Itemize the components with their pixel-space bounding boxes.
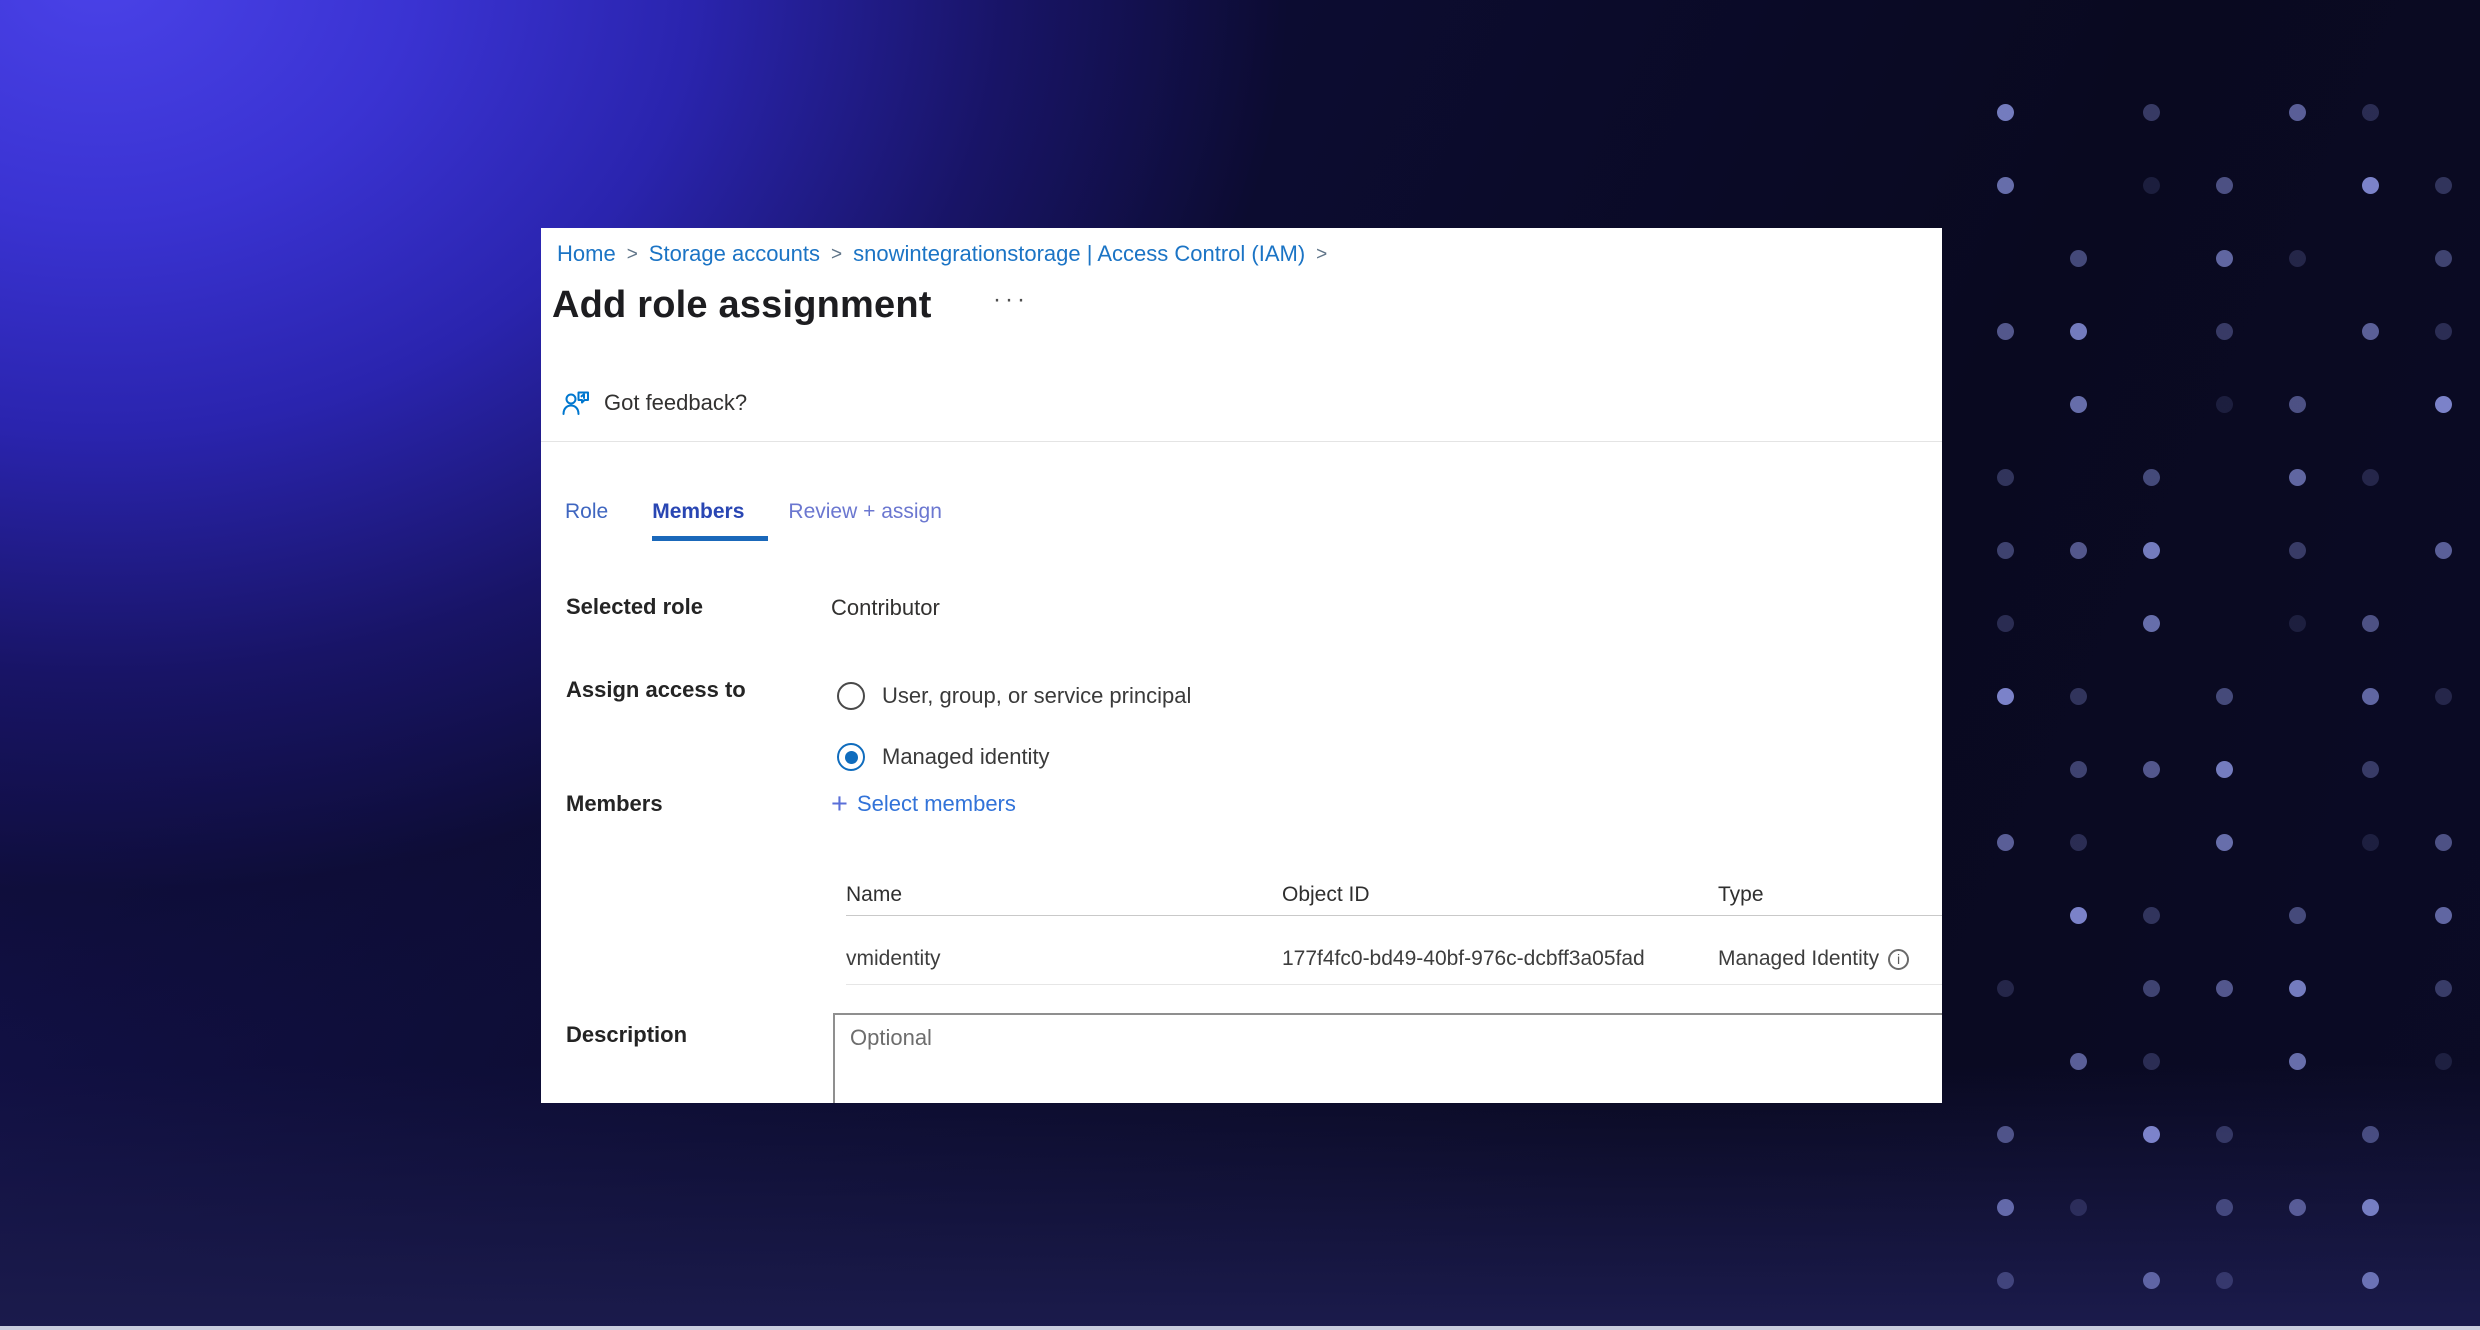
breadcrumb-separator: > <box>831 242 842 266</box>
radio-option-user-group-service-principal[interactable]: User, group, or service principal <box>837 681 1191 711</box>
breadcrumb: Home > Storage accounts > snowintegratio… <box>557 241 1327 267</box>
description-input[interactable] <box>833 1013 1942 1103</box>
select-members-label: Select members <box>857 791 1016 817</box>
radio-option-label: Managed identity <box>882 744 1050 770</box>
got-feedback-link[interactable]: Got feedback? <box>561 388 747 418</box>
member-name-cell: vmidentity <box>846 947 941 971</box>
info-icon[interactable]: i <box>1888 949 1909 970</box>
radio-unselected-icon[interactable] <box>837 682 865 710</box>
person-feedback-icon <box>561 388 591 418</box>
add-role-assignment-panel: Home > Storage accounts > snowintegratio… <box>541 228 1942 1103</box>
selected-role-label: Selected role <box>566 594 703 620</box>
table-header-type: Type <box>1718 883 1764 907</box>
select-members-link[interactable]: + Select members <box>831 791 1016 817</box>
page-title: Add role assignment <box>552 284 932 327</box>
breadcrumb-resource-iam-link[interactable]: snowintegrationstorage | Access Control … <box>853 241 1305 267</box>
selected-tab-underline <box>652 536 768 541</box>
member-object-id-cell: 177f4fc0-bd49-40bf-976c-dcbff3a05fad <box>1282 947 1645 971</box>
table-row-border <box>846 984 1942 985</box>
table-header-border <box>846 915 1942 916</box>
member-type-cell: Managed Identity i <box>1718 947 1909 971</box>
members-label: Members <box>566 791 663 817</box>
table-header-name: Name <box>846 883 902 907</box>
section-divider <box>541 441 1942 442</box>
breadcrumb-separator: > <box>1316 242 1327 266</box>
description-label: Description <box>566 1022 687 1048</box>
tab-role[interactable]: Role <box>565 500 608 524</box>
selected-role-value: Contributor <box>831 595 940 621</box>
assign-access-to-label: Assign access to <box>566 677 746 703</box>
breadcrumb-storage-accounts-link[interactable]: Storage accounts <box>649 241 820 267</box>
tab-review-assign[interactable]: Review + assign <box>788 500 942 524</box>
ellipsis-icon[interactable]: ··· <box>993 286 1029 314</box>
bottom-edge-strip <box>0 1326 2480 1330</box>
tab-members[interactable]: Members <box>652 500 744 524</box>
radio-selected-icon[interactable] <box>837 743 865 771</box>
member-type-value: Managed Identity <box>1718 947 1879 971</box>
plus-icon: + <box>831 791 848 817</box>
radio-option-label: User, group, or service principal <box>882 683 1191 709</box>
radio-option-managed-identity[interactable]: Managed identity <box>837 742 1050 772</box>
pivot-tabs: Role Members Review + assign <box>565 500 942 524</box>
breadcrumb-home-link[interactable]: Home <box>557 241 616 267</box>
breadcrumb-separator: > <box>627 242 638 266</box>
got-feedback-label: Got feedback? <box>604 390 747 416</box>
table-header-object-id: Object ID <box>1282 883 1370 907</box>
